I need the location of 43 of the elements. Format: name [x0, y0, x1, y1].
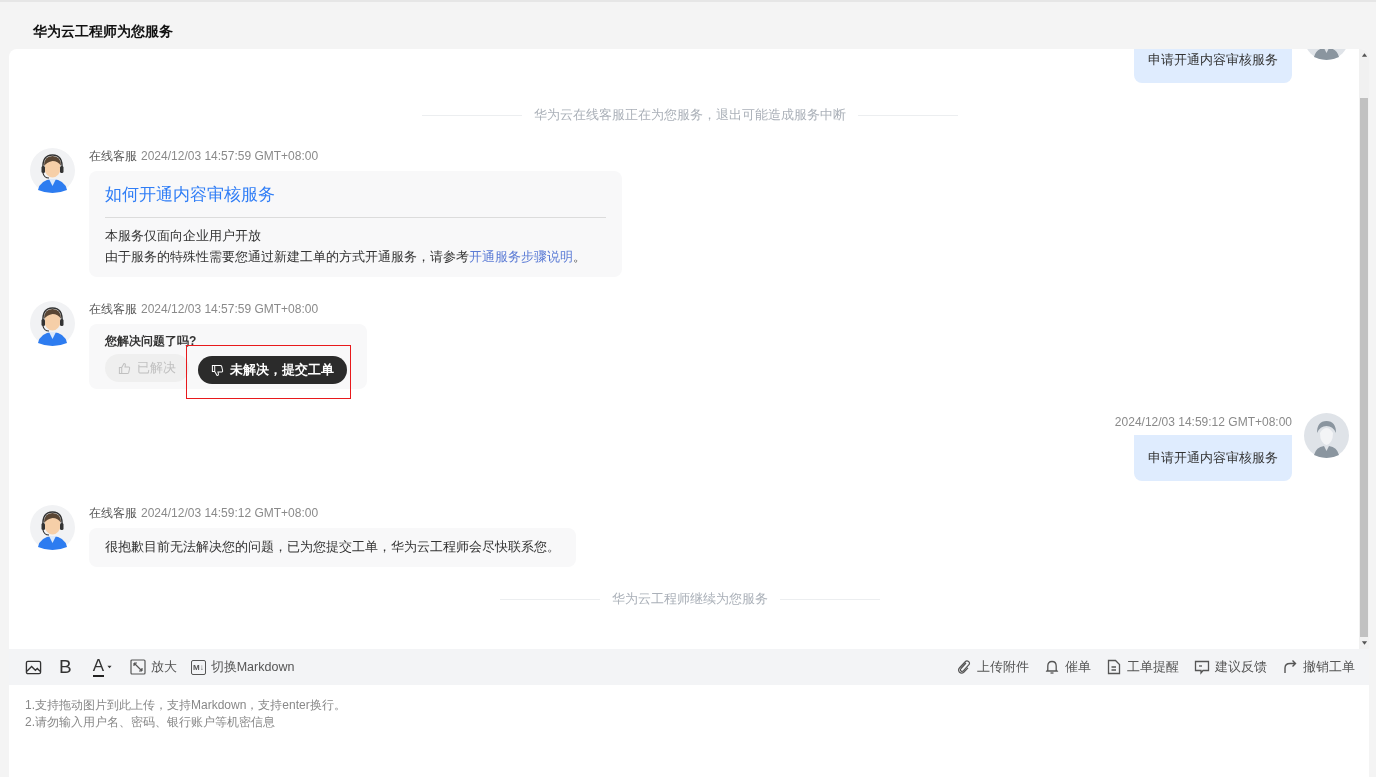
- thumbs-up-icon: [118, 361, 131, 375]
- guide-link[interactable]: 开通服务步骤说明: [469, 249, 573, 264]
- image-icon[interactable]: [25, 658, 42, 676]
- window-title: 华为云工程师为您服务: [33, 22, 173, 41]
- system-notice: 华为云工程师继续为您服务: [611, 591, 768, 608]
- scroll-up-icon[interactable]: [1360, 52, 1368, 58]
- bell-icon: [1044, 659, 1060, 675]
- system-notice: 华为云在线客服正在为您服务，退出可能造成服务中断: [533, 107, 846, 124]
- sender-name: 在线客服: [89, 149, 137, 163]
- agent-avatar-icon: [30, 148, 75, 193]
- message-time: 2024/12/03 14:59:12 GMT+08:00: [1114, 415, 1292, 429]
- feedback-button[interactable]: 未解决，提交工单: [198, 356, 347, 384]
- user-message: 申请开通内容审核服务: [1134, 49, 1292, 83]
- markdown-icon: M↓: [191, 659, 206, 675]
- paperclip-icon: [956, 659, 972, 675]
- toolbar-button[interactable]: 催单: [1044, 658, 1091, 676]
- toolbar-button[interactable]: 工单提醒: [1106, 658, 1179, 676]
- expand-icon: [130, 659, 147, 675]
- agent-avatar-icon: [30, 301, 75, 346]
- user-message: 申请开通内容审核服务: [1134, 435, 1292, 481]
- expand-button[interactable]: 放大: [130, 658, 178, 676]
- toolbar-button[interactable]: 撤销工单: [1282, 658, 1355, 676]
- article-heading: 如何开通内容审核服务: [105, 184, 276, 206]
- markdown-toggle-button[interactable]: M↓ 切换Markdown: [191, 658, 295, 676]
- toolbar-button[interactable]: 建议反馈: [1194, 658, 1267, 676]
- message-text: 本服务仅面向企业用户开放: [105, 227, 262, 245]
- speech-bubble-icon: [1194, 659, 1210, 675]
- message-time: 2024/12/03 14:57:59 GMT+08:00: [141, 302, 319, 316]
- agent-avatar-icon: [30, 505, 75, 550]
- agent-message: 很抱歉目前无法解决您的问题，已为您提交工单，华为云工程师会尽快联系您。: [89, 528, 576, 567]
- scroll-down-icon[interactable]: [1360, 640, 1368, 646]
- document-icon: [1106, 659, 1122, 675]
- message-time: 2024/12/03 14:57:59 GMT+08:00: [141, 149, 319, 163]
- thumbs-down-icon: [211, 363, 224, 377]
- toolbar-button[interactable]: 上传附件: [956, 658, 1029, 676]
- message-time: 2024/12/03 14:59:12 GMT+08:00: [141, 506, 319, 520]
- message-text: 由于服务的特殊性需要您通过新建工单的方式开通服务，请参考开通服务步骤说明。: [105, 248, 587, 266]
- user-avatar-icon: [1304, 413, 1349, 458]
- sender-name: 在线客服: [89, 302, 137, 316]
- bold-icon[interactable]: B: [56, 657, 75, 677]
- sender-name: 在线客服: [89, 506, 137, 520]
- scrollbar[interactable]: [1359, 49, 1369, 649]
- redo-icon: [1282, 659, 1298, 675]
